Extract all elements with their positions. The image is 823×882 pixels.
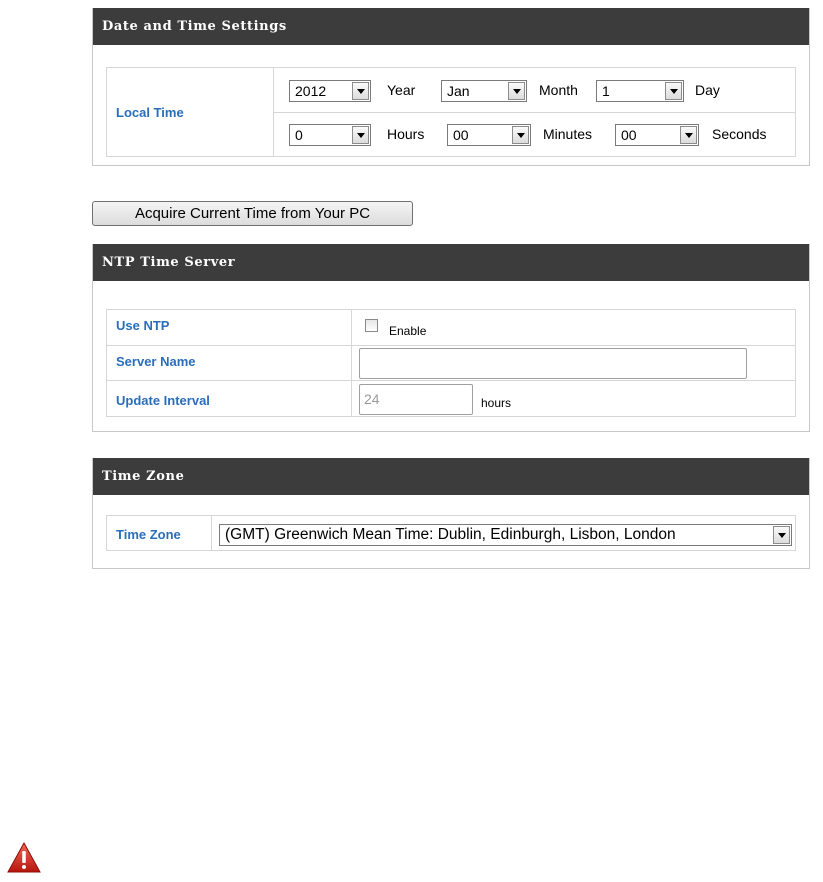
month-value: Jan (447, 83, 470, 99)
local-time-label: Local Time (116, 105, 184, 120)
server-name-label: Server Name (116, 354, 196, 369)
server-name-input[interactable] (359, 348, 747, 379)
use-ntp-label: Use NTP (116, 318, 170, 333)
month-unit: Month (539, 82, 578, 98)
minutes-value: 00 (453, 127, 469, 143)
update-interval-input[interactable]: 24 (359, 384, 473, 415)
chevron-down-icon[interactable] (665, 82, 682, 100)
day-value: 1 (602, 83, 610, 99)
date-time-panel: Date and Time Settings Local Time 2012 Y… (92, 8, 810, 166)
time-zone-header: Time Zone (93, 458, 809, 495)
year-unit: Year (387, 82, 416, 98)
chevron-down-icon[interactable] (352, 126, 369, 144)
day-unit: Day (695, 82, 720, 98)
enable-label: Enable (389, 324, 427, 338)
time-zone-value: (GMT) Greenwich Mean Time: Dublin, Edinb… (225, 526, 676, 543)
hours-value: 0 (295, 127, 303, 143)
chevron-down-icon[interactable] (352, 82, 369, 100)
minutes-select[interactable]: 00 (447, 124, 531, 146)
ntp-header: NTP Time Server (93, 244, 809, 281)
seconds-unit: Seconds (712, 126, 767, 142)
acquire-current-time-button[interactable]: Acquire Current Time from Your PC (92, 201, 413, 226)
seconds-select[interactable]: 00 (615, 124, 699, 146)
hours-select[interactable]: 0 (289, 124, 371, 146)
chevron-down-icon[interactable] (773, 526, 790, 544)
update-interval-unit: hours (481, 396, 512, 410)
month-select[interactable]: Jan (441, 80, 527, 102)
chevron-down-icon[interactable] (680, 126, 697, 144)
update-interval-label: Update Interval (116, 393, 210, 408)
time-zone-panel: Time Zone Time Zone (GMT) Greenwich Mean… (92, 458, 810, 569)
minutes-unit: Minutes (543, 126, 593, 142)
ntp-panel: NTP Time Server Use NTP Enable Server Na… (92, 244, 810, 432)
warning-triangle-icon (7, 841, 41, 873)
chevron-down-icon[interactable] (512, 126, 529, 144)
day-select[interactable]: 1 (596, 80, 684, 102)
enable-ntp-checkbox[interactable] (365, 319, 378, 332)
year-select[interactable]: 2012 (289, 80, 371, 102)
hours-unit: Hours (387, 126, 425, 142)
time-zone-select[interactable]: (GMT) Greenwich Mean Time: Dublin, Edinb… (219, 524, 792, 546)
seconds-value: 00 (621, 127, 637, 143)
date-time-header: Date and Time Settings (93, 8, 809, 45)
chevron-down-icon[interactable] (508, 82, 525, 100)
year-value: 2012 (295, 83, 327, 99)
time-zone-label: Time Zone (116, 527, 181, 542)
